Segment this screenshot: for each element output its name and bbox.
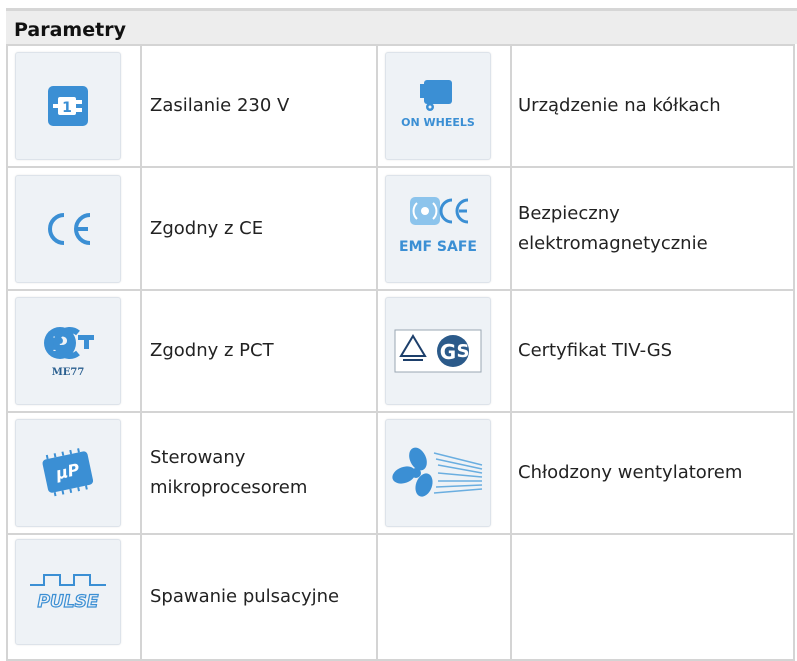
feature-label: Urządzenie na kółkach <box>518 95 721 116</box>
table-row: µP Sterowany mikroprocesorem Chłodzony w… <box>6 411 795 535</box>
parameters-header: Parametry <box>6 8 797 44</box>
svg-text:PULSE: PULSE <box>38 592 99 612</box>
icon-cell: G S <box>376 289 512 413</box>
svg-text:1: 1 <box>62 100 72 116</box>
feature-label: Zgodny z PCT <box>150 340 274 361</box>
empty-cell <box>510 533 795 661</box>
parameters-title: Parametry <box>14 19 126 41</box>
feature-label-cell: Zasilanie 230 V <box>140 44 378 168</box>
feature-label-cell: Bezpieczny elektromagnetycznie <box>510 166 795 291</box>
feature-label-cell: Zgodny z CE <box>140 166 378 291</box>
on-wheels-icon: ON WHEELS <box>385 52 491 160</box>
ce-mark-icon <box>15 174 121 283</box>
tiv-gs-icon: G S <box>385 297 491 405</box>
svg-text:ON WHEELS: ON WHEELS <box>401 116 475 129</box>
pct-mark-icon: P ME77 <box>15 297 121 405</box>
feature-label-cell: Urządzenie na kółkach <box>510 44 795 168</box>
feature-label: Spawanie pulsacyjne <box>150 586 340 607</box>
feature-label: Chłodzony wentylatorem <box>518 462 743 483</box>
icon-cell: 1 <box>6 44 142 168</box>
feature-label-cell: Sterowany mikroprocesorem <box>140 411 378 535</box>
svg-text:G: G <box>440 340 456 364</box>
feature-label-cell: Spawanie pulsacyjne <box>140 533 378 661</box>
parameters-panel: Parametry 1 Zasilanie 230 V ON WHEELS Ur… <box>0 0 797 661</box>
icon-cell: ON WHEELS <box>376 44 512 168</box>
emf-safe-icon: EMF SAFE <box>385 174 491 283</box>
svg-text:ME77: ME77 <box>52 367 85 378</box>
feature-label: Zgodny z CE <box>150 217 264 239</box>
fan-icon <box>385 419 491 527</box>
power-plug-icon: 1 <box>15 52 121 160</box>
feature-label-cell: Certyfikat TIV-GS <box>510 289 795 413</box>
empty-cell <box>376 533 512 661</box>
feature-label-cell: Zgodny z PCT <box>140 289 378 413</box>
table-row: Zgodny z CE EMF SAFE Bezpieczny elektrom… <box>6 166 795 291</box>
table-row: PULSE Spawanie pulsacyjne <box>6 533 795 661</box>
parameters-table: 1 Zasilanie 230 V ON WHEELS Urządzenie n… <box>6 44 795 661</box>
feature-label: Sterowany mikroprocesorem <box>150 447 308 498</box>
table-row: 1 Zasilanie 230 V ON WHEELS Urządzenie n… <box>6 44 795 168</box>
svg-text:S: S <box>457 341 470 362</box>
feature-label: Certyfikat TIV-GS <box>518 340 673 361</box>
pulse-icon: PULSE <box>15 539 121 645</box>
icon-cell: PULSE <box>6 533 142 661</box>
feature-label-cell: Chłodzony wentylatorem <box>510 411 795 535</box>
table-row: P ME77 Zgodny z PCT G S Certyfikat TIV-G… <box>6 289 795 413</box>
feature-label: Zasilanie 230 V <box>150 95 290 116</box>
icon-cell: P ME77 <box>6 289 142 413</box>
feature-label: Bezpieczny elektromagnetycznie <box>518 202 708 254</box>
icon-cell: µP <box>6 411 142 535</box>
icon-cell: EMF SAFE <box>376 166 512 291</box>
icon-cell <box>376 411 512 535</box>
icon-cell <box>6 166 142 291</box>
svg-text:EMF SAFE: EMF SAFE <box>399 239 477 255</box>
microprocessor-icon: µP <box>15 419 121 527</box>
